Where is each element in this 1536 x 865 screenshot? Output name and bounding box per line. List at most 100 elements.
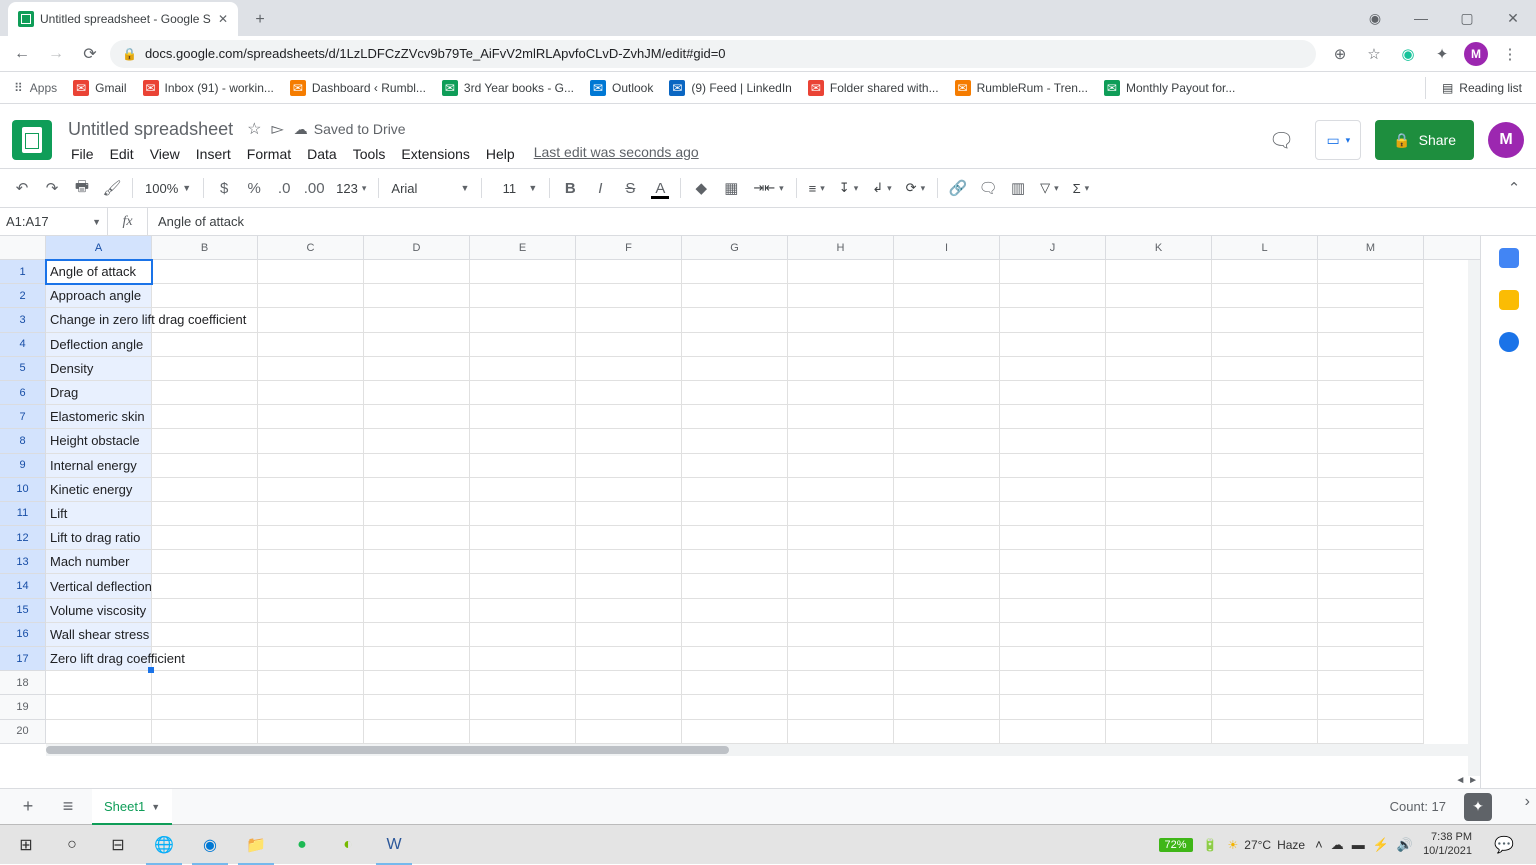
cell[interactable] xyxy=(152,599,258,623)
cell[interactable] xyxy=(682,478,788,502)
wifi-icon[interactable]: ⚡ xyxy=(1373,837,1389,853)
cell[interactable] xyxy=(788,308,894,332)
cell[interactable] xyxy=(1318,574,1424,598)
cell[interactable] xyxy=(894,260,1000,284)
cell[interactable] xyxy=(364,599,470,623)
cell[interactable] xyxy=(894,284,1000,308)
cell[interactable]: Lift xyxy=(46,502,152,526)
cell[interactable] xyxy=(258,381,364,405)
cell[interactable] xyxy=(576,671,682,695)
cell[interactable] xyxy=(258,623,364,647)
apps-button[interactable]: ⠿ Apps xyxy=(8,77,63,99)
weather-widget[interactable]: ☀ 27°C Haze xyxy=(1228,838,1306,852)
cell[interactable] xyxy=(894,502,1000,526)
cell[interactable] xyxy=(258,333,364,357)
cell[interactable] xyxy=(788,671,894,695)
cell[interactable] xyxy=(1212,478,1318,502)
cell[interactable] xyxy=(894,647,1000,671)
cell[interactable] xyxy=(470,671,576,695)
bookmark-item[interactable]: ✉Outlook xyxy=(584,76,659,100)
cell[interactable] xyxy=(364,623,470,647)
cell[interactable] xyxy=(1212,454,1318,478)
cell[interactable] xyxy=(788,502,894,526)
cell[interactable] xyxy=(1318,599,1424,623)
row-header[interactable]: 7 xyxy=(0,405,46,429)
cell[interactable] xyxy=(152,647,258,671)
horizontal-scrollbar[interactable] xyxy=(46,744,1468,756)
row-header[interactable]: 6 xyxy=(0,381,46,405)
cell[interactable] xyxy=(364,526,470,550)
cell[interactable]: Angle of attack xyxy=(46,260,152,284)
cell[interactable] xyxy=(258,429,364,453)
cell[interactable] xyxy=(894,623,1000,647)
cell[interactable] xyxy=(1318,333,1424,357)
search-button[interactable]: ○ xyxy=(50,825,94,865)
cell[interactable] xyxy=(470,720,576,744)
cell[interactable] xyxy=(788,574,894,598)
menu-data[interactable]: Data xyxy=(300,144,344,164)
cell[interactable] xyxy=(470,550,576,574)
row-header[interactable]: 3 xyxy=(0,308,46,332)
cell[interactable]: Mach number xyxy=(46,550,152,574)
bookmark-item[interactable]: ✉(9) Feed | LinkedIn xyxy=(663,76,798,100)
zoom-select[interactable]: 100%▼ xyxy=(139,181,197,196)
strike-button[interactable]: S xyxy=(616,174,644,202)
menu-extensions[interactable]: Extensions xyxy=(394,144,476,164)
edge-taskbar-icon[interactable]: ◉ xyxy=(188,825,232,865)
cell[interactable] xyxy=(46,671,152,695)
cell[interactable] xyxy=(364,550,470,574)
number-format-select[interactable]: 123▾ xyxy=(330,181,372,196)
font-size-select[interactable]: 11▼ xyxy=(488,181,543,196)
cell[interactable] xyxy=(1000,623,1106,647)
cell[interactable]: Internal energy xyxy=(46,454,152,478)
cell[interactable] xyxy=(894,357,1000,381)
cell[interactable] xyxy=(1212,284,1318,308)
cell[interactable] xyxy=(682,260,788,284)
cell[interactable] xyxy=(894,333,1000,357)
cell[interactable] xyxy=(1000,405,1106,429)
decrease-decimal-button[interactable]: .0 xyxy=(270,174,298,202)
cell[interactable] xyxy=(364,405,470,429)
rotate-button[interactable]: ⟳▾ xyxy=(900,180,931,196)
cell[interactable] xyxy=(258,526,364,550)
cell[interactable]: Approach angle xyxy=(46,284,152,308)
column-header[interactable]: F xyxy=(576,236,682,259)
cell[interactable] xyxy=(788,695,894,719)
cell[interactable] xyxy=(364,357,470,381)
share-button[interactable]: 🔒 Share xyxy=(1375,120,1474,160)
cell[interactable] xyxy=(152,502,258,526)
cell[interactable]: Kinetic energy xyxy=(46,478,152,502)
cell[interactable] xyxy=(894,478,1000,502)
cell[interactable] xyxy=(152,574,258,598)
row-header[interactable]: 15 xyxy=(0,599,46,623)
cell[interactable] xyxy=(152,526,258,550)
cell[interactable] xyxy=(1318,647,1424,671)
column-header[interactable]: D xyxy=(364,236,470,259)
cell[interactable] xyxy=(576,502,682,526)
cell[interactable] xyxy=(576,550,682,574)
cell[interactable] xyxy=(152,478,258,502)
cell[interactable] xyxy=(364,720,470,744)
bookmark-item[interactable]: ✉Inbox (91) - workin... xyxy=(137,76,280,100)
cell[interactable] xyxy=(1212,260,1318,284)
column-header[interactable]: C xyxy=(258,236,364,259)
cell[interactable] xyxy=(1000,478,1106,502)
cell[interactable] xyxy=(576,284,682,308)
cell[interactable] xyxy=(576,260,682,284)
cell[interactable] xyxy=(258,599,364,623)
link-button[interactable]: 🔗 xyxy=(944,174,972,202)
cell[interactable] xyxy=(152,550,258,574)
redo-button[interactable]: ↷ xyxy=(38,174,66,202)
cell[interactable] xyxy=(152,308,258,332)
cell[interactable] xyxy=(364,308,470,332)
cell[interactable] xyxy=(1212,333,1318,357)
cell[interactable]: Zero lift drag coefficient xyxy=(46,647,152,671)
cell[interactable] xyxy=(1106,671,1212,695)
cell[interactable] xyxy=(1000,695,1106,719)
cell[interactable] xyxy=(1212,405,1318,429)
sheets-logo-icon[interactable] xyxy=(12,120,52,160)
cell[interactable] xyxy=(788,284,894,308)
cell[interactable]: Drag xyxy=(46,381,152,405)
cell[interactable] xyxy=(1212,720,1318,744)
cell[interactable] xyxy=(152,357,258,381)
